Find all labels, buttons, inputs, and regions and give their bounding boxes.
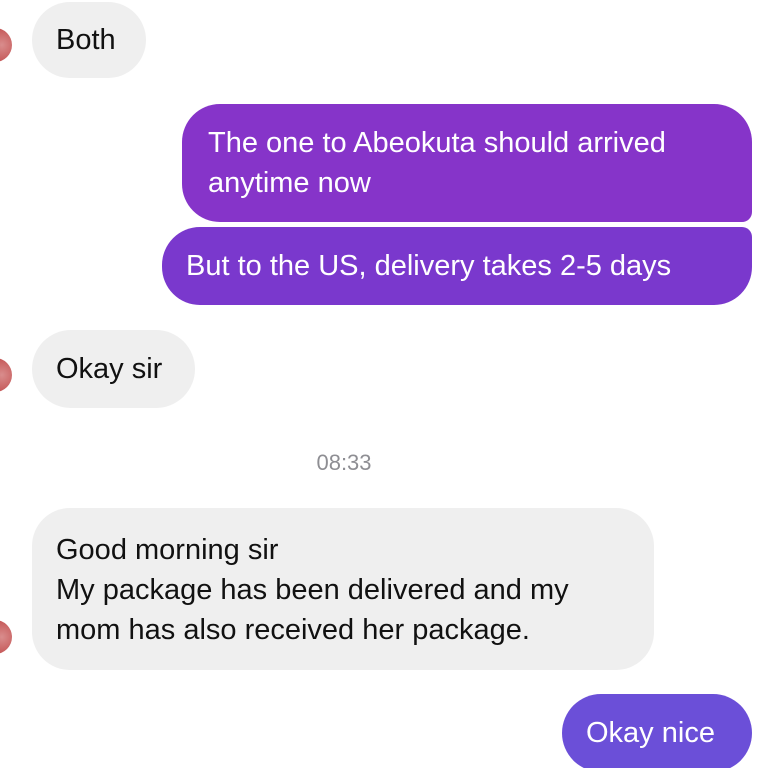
message-bubble-outgoing[interactable]: The one to Abeokuta should arrived anyti… [182,104,752,222]
message-bubble-incoming[interactable]: Okay sir [32,330,195,408]
message-bubble-incoming[interactable]: Good morning sir My package has been del… [32,508,654,670]
message-bubble-outgoing[interactable]: Okay nice [562,694,752,768]
contact-avatar[interactable] [0,28,12,62]
contact-avatar[interactable] [0,620,12,654]
message-bubble-outgoing[interactable]: But to the US, delivery takes 2-5 days [162,227,752,305]
chat-thread: Both The one to Abeokuta should arrived … [0,0,768,768]
contact-avatar[interactable] [0,358,12,392]
message-timestamp: 08:33 [316,450,372,475]
message-bubble-incoming[interactable]: Both [32,2,146,78]
